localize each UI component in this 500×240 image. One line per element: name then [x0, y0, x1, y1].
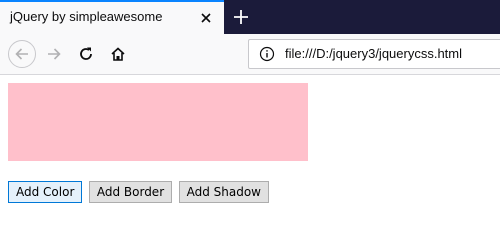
arrow-left-icon	[15, 48, 28, 60]
arrow-right-icon	[48, 48, 61, 60]
close-icon[interactable]	[198, 10, 214, 26]
tab-title: jQuery by simpleawesome	[10, 9, 163, 24]
button-row: Add Color Add Border Add Shadow	[8, 181, 271, 203]
plus-icon[interactable]	[232, 8, 250, 26]
back-button[interactable]	[8, 40, 36, 68]
url-bar[interactable]: file:///D:/jquery3/jquerycss.html	[248, 39, 500, 69]
home-icon	[111, 47, 125, 61]
target-div	[8, 83, 308, 161]
add-color-button[interactable]: Add Color	[8, 181, 83, 203]
add-border-button[interactable]: Add Border	[88, 181, 173, 203]
add-shadow-button[interactable]: Add Shadow	[178, 181, 269, 203]
page-content: Add Color Add Border Add Shadow	[0, 75, 500, 220]
url-text[interactable]: file:///D:/jquery3/jquerycss.html	[285, 46, 462, 61]
browser-window: jQuery by simpleawesome file:///D:/jquer…	[0, 0, 500, 220]
home-button[interactable]	[104, 40, 132, 68]
reload-icon	[80, 47, 92, 60]
tab-active[interactable]: jQuery by simpleawesome	[0, 0, 224, 34]
nav-toolbar: file:///D:/jquery3/jquerycss.html	[0, 34, 500, 75]
reload-button[interactable]	[72, 40, 100, 68]
forward-button[interactable]	[40, 40, 68, 68]
tab-strip: jQuery by simpleawesome	[0, 0, 500, 34]
info-icon[interactable]	[259, 46, 275, 62]
